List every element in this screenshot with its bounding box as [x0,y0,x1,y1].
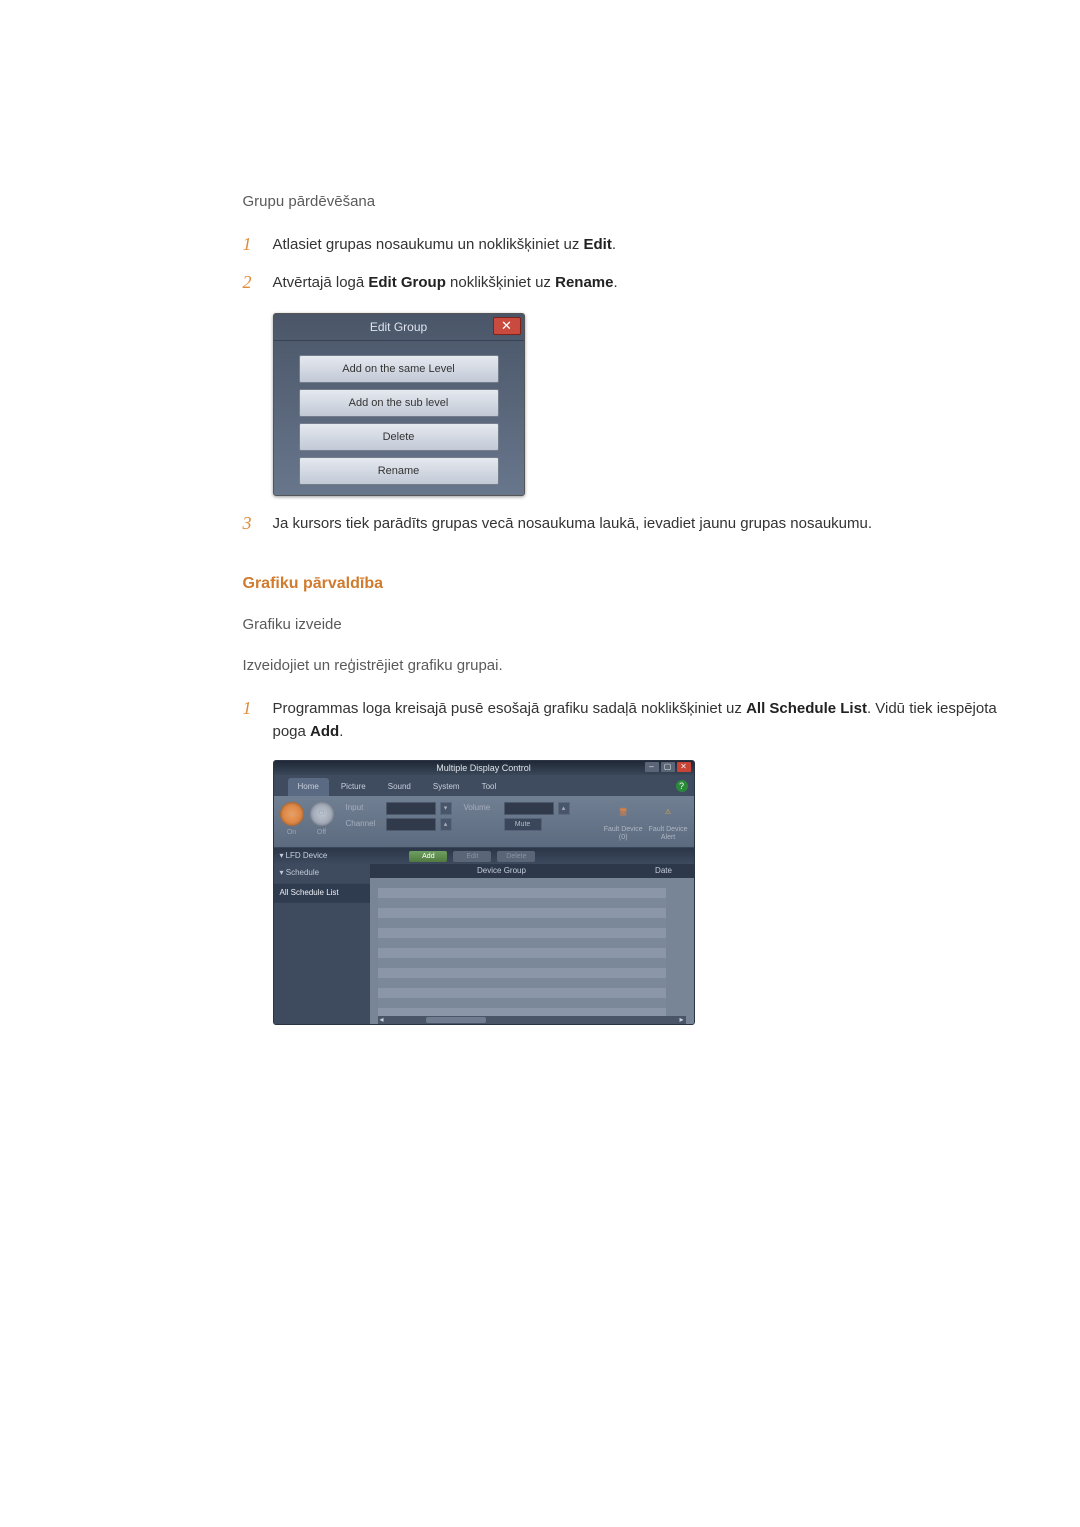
mute-button[interactable]: Mute [504,818,542,831]
rename-label: Rename [555,274,613,291]
spinner-icon[interactable]: ▴ [440,818,452,831]
delete-button[interactable]: Delete [497,851,535,862]
step-text: Ja kursors tiek parādīts grupas vecā nos… [273,510,1003,538]
sidebar-item-label: Schedule [286,868,319,877]
fault-label: Fault Device [604,826,643,834]
rename-button[interactable]: Rename [299,457,499,485]
add-sub-level-button[interactable]: Add on the sub level [299,389,499,417]
tab-picture[interactable]: Picture [331,778,376,796]
heading-schedule-management: Grafiku pārvaldība [243,572,1003,597]
sidebar: ▾ Schedule All Schedule List [274,864,370,1024]
maximize-icon[interactable]: ▢ [661,762,675,772]
text: noklikšķiniet uz [446,274,555,291]
sidebar-item-all-schedule[interactable]: All Schedule List [274,884,370,903]
window-titlebar: Multiple Display Control – ▢ ✕ [274,761,694,775]
steps-rename: 1 Atlasiet grupas nosaukumu un noklikšķi… [243,231,1003,297]
add-same-level-button[interactable]: Add on the same Level [299,355,499,383]
monitor-warning-icon: 🖥 [612,802,634,824]
channel-field[interactable] [386,818,436,831]
power-on-label: On [287,828,296,839]
fault-alert-label: Alert [661,834,675,842]
dialog-title: Edit Group [370,320,427,334]
scrollbar-thumb[interactable] [426,1017,486,1023]
input-field[interactable] [386,802,436,815]
step-number: 1 [243,231,273,259]
tab-system[interactable]: System [423,778,470,796]
mdc-app-window: Multiple Display Control – ▢ ✕ Home Pict… [273,760,695,1026]
all-schedule-list-label: All Schedule List [746,700,867,717]
delete-button[interactable]: Delete [299,423,499,451]
step-number: 1 [243,695,273,744]
step-text: Atlasiet grupas nosaukumu un noklikšķini… [273,231,1003,259]
chevron-right-icon[interactable]: ▸ [678,1016,686,1024]
fault-indicators: 🖥Fault Device(0) ⚠Fault DeviceAlert [604,802,688,841]
fault-label: Fault Device [649,826,688,834]
volume-label: Volume [464,802,500,814]
steps-rename-cont: 3 Ja kursors tiek parādīts grupas vecā n… [243,510,1003,538]
warning-icon: ⚠ [657,802,679,824]
text: . [612,236,616,253]
action-bar: ▾ LFD Device Add Edit Delete [274,848,694,864]
text: Atvērtajā logā [273,274,369,291]
close-icon[interactable]: ✕ [493,317,521,335]
column-device-group: Device Group [370,865,634,877]
spinner-icon[interactable]: ▴ [558,802,570,815]
add-button[interactable]: Add [409,851,447,862]
edit-group-label: Edit Group [368,274,446,291]
input-label: Input [346,802,382,814]
page: Grupu pārdēvēšana 1 Atlasiet grupas nosa… [78,0,1003,1185]
tab-home[interactable]: Home [288,778,329,796]
table-header: Device Group Date [370,864,694,878]
chevron-down-icon[interactable]: ▾ [280,850,284,862]
step-text: Atvērtajā logā Edit Group noklikšķiniet … [273,269,1003,297]
horizontal-scrollbar[interactable]: ◂ ▸ [378,1016,686,1024]
intro-paragraph: Izveidojiet un reģistrējiet grafiku grup… [243,654,1003,677]
power-on-button[interactable]: ⏻ [280,802,304,826]
add-label: Add [310,723,339,740]
steps-create: 1 Programmas loga kreisajā pusē esošajā … [243,695,1003,744]
ribbon-tabs: Home Picture Sound System Tool [274,775,694,796]
edit-button[interactable]: Edit [453,851,491,862]
dialog-titlebar: Edit Group ✕ [274,314,524,341]
minimize-icon[interactable]: – [645,762,659,772]
tab-tool[interactable]: Tool [472,778,507,796]
volume-field[interactable] [504,802,554,815]
channel-label: Channel [346,818,382,830]
help-icon[interactable]: ? [676,780,688,792]
chevron-down-icon[interactable]: ▾ [440,802,452,815]
section-title-create: Grafiku izveide [243,613,1003,636]
window-title: Multiple Display Control [436,763,531,773]
column-date: Date [634,865,694,877]
close-icon[interactable]: ✕ [677,762,691,772]
edit-label: Edit [584,236,612,253]
section-title-rename: Grupu pārdēvēšana [243,190,1003,213]
text: . [339,723,343,740]
lfd-device-label: LFD Device [286,850,328,862]
content-pane: Device Group Date ◂ ▸ [370,864,694,1024]
tab-sound[interactable]: Sound [378,778,421,796]
volume-block: Volume ▴ Mute [464,802,570,841]
sidebar-item-schedule[interactable]: ▾ Schedule [274,864,370,883]
text: Programmas loga kreisajā pusē esošajā gr… [273,700,747,717]
power-controls: ⏻ On ⏻ Off [280,802,334,841]
step-number: 3 [243,510,273,538]
chevron-left-icon[interactable]: ◂ [378,1016,386,1024]
window-controls: – ▢ ✕ [645,762,691,772]
text: Atlasiet grupas nosaukumu un noklikšķini… [273,236,584,253]
lower-pane: ▾ Schedule All Schedule List Device Grou… [274,864,694,1024]
sidebar-item-label: All Schedule List [280,888,339,897]
table-rows-empty [378,888,666,1016]
step-number: 2 [243,269,273,297]
text: . [613,274,617,291]
ribbon-content: ⏻ On ⏻ Off Input▾ Channel▴ Volume▴ Mute … [274,796,694,848]
power-off-button[interactable]: ⏻ [310,802,334,826]
fault-count: (0) [619,834,628,842]
step-text: Programmas loga kreisajā pusē esošajā gr… [273,695,1003,744]
edit-group-dialog: Edit Group ✕ Add on the same Level Add o… [273,313,525,496]
power-off-label: Off [317,828,326,839]
input-channel-block: Input ▾ Channel ▴ [346,802,452,841]
